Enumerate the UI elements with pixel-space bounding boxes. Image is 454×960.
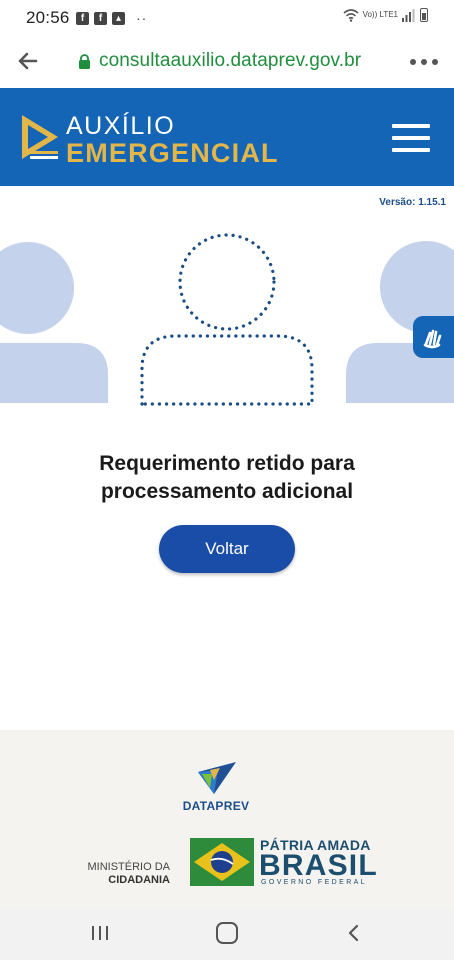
status-bar: 20:56 f f ▴ ·· Vo)) LTE1 [0,0,454,34]
lock-icon [79,53,90,69]
ministerio-line2: CIDADANIA [108,874,170,886]
version-label: Versão: 1.15.1 [379,197,446,208]
battery-icon [420,8,428,22]
brasil-flag-logo-icon [190,838,254,886]
status-message-line2: processamento adicional [100,480,354,503]
hand-sign-icon [423,329,441,349]
patria-amada-line3: GOVERNO FEDERAL [261,879,368,886]
home-icon[interactable] [216,922,238,944]
logo-title-line1: AUXÍLIO [66,112,176,140]
android-navigation-bar [0,907,454,960]
status-message-line1: Requerimento retido para [99,452,355,475]
logo-title-line2: EMERGENCIAL [66,138,279,168]
network-type: Vo)) LTE1 [362,10,398,19]
status-message: Requerimento retido para processamento a… [0,450,454,506]
facebook-icon: f [94,11,107,25]
left-person-icon [0,242,108,403]
center-person-dotted-icon [140,233,314,406]
patria-amada-line2: BRASIL [259,849,378,882]
address-bar[interactable]: consultaauxilio.dataprev.gov.br [78,50,361,72]
browser-bar: consultaauxilio.dataprev.gov.br [0,34,454,88]
system-back-icon[interactable] [344,923,364,943]
browser-menu-icon[interactable] [410,59,438,65]
ministerio-cidadania-label: MINISTÉRIO DA CIDADANIA [86,861,170,887]
auxilio-logo-icon [22,115,58,159]
dataprev-label: DATAPREV [182,799,250,813]
wifi-icon [343,8,359,22]
menu-icon[interactable] [392,124,430,152]
more-notifications-icon: ·· [136,10,148,26]
facebook-icon: f [76,11,89,25]
recent-apps-icon[interactable] [90,923,110,943]
accessibility-sign-language-button[interactable] [413,316,454,358]
browser-back-icon[interactable] [14,47,42,75]
notification-icons: f f ▴ ·· [76,10,147,26]
status-time: 20:56 [26,8,70,27]
voltar-button[interactable]: Voltar [159,525,295,573]
url-text: consultaauxilio.dataprev.gov.br [99,50,362,71]
dataprev-logo-icon [198,762,236,794]
image-icon: ▴ [112,11,125,25]
user-placeholder-illustration [0,233,454,406]
signal-icon [402,8,415,22]
system-icons: Vo)) LTE1 [343,8,428,22]
ministerio-line1: MINISTÉRIO DA [87,861,170,873]
